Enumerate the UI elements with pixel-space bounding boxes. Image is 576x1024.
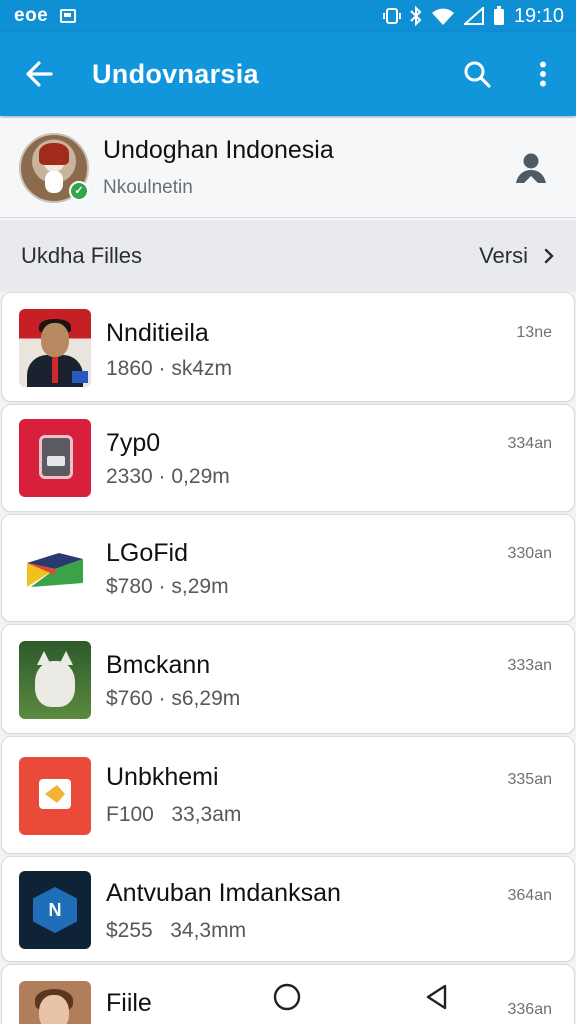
item-meta: F100 33,3am bbox=[106, 803, 242, 826]
wifi-icon bbox=[431, 8, 454, 25]
item-thumbnail bbox=[19, 419, 91, 497]
item-title: Bmckann bbox=[106, 651, 211, 679]
status-left: eoe bbox=[14, 5, 77, 27]
item-time: 335an bbox=[507, 771, 553, 788]
item-meta: 1860 · sk4zm bbox=[106, 357, 233, 380]
home-button[interactable] bbox=[270, 980, 304, 1014]
item-title: Unbkhemi bbox=[106, 763, 219, 791]
back-nav-button[interactable] bbox=[420, 980, 454, 1014]
item-meta: 2330 · 0,29m bbox=[106, 465, 230, 488]
person-icon bbox=[516, 153, 546, 183]
item-thumbnail: N bbox=[19, 871, 91, 949]
notification-icon bbox=[60, 9, 77, 23]
item-time: 364an bbox=[507, 887, 553, 904]
section-action[interactable]: Versi bbox=[479, 243, 554, 269]
profile-name: Undoghan Indonesia bbox=[103, 136, 334, 164]
section-header: Ukdha Filles Versi bbox=[0, 220, 576, 292]
back-triangle-icon bbox=[426, 984, 447, 1010]
status-bar: eoe 19:10 bbox=[0, 0, 576, 32]
section-action-label: Versi bbox=[479, 243, 528, 268]
item-time: 330an bbox=[507, 545, 553, 562]
item-time: 13ne bbox=[516, 324, 552, 341]
list-item[interactable]: 7yp0 2330 · 0,29m 334an bbox=[1, 404, 575, 512]
chevron-right-icon bbox=[544, 248, 554, 264]
profile-subtitle: Nkoulnetin bbox=[103, 177, 193, 198]
app-bar: Undovnarsia bbox=[0, 32, 576, 116]
item-meta: $760 · s6,29m bbox=[106, 687, 241, 710]
profile-action-button[interactable] bbox=[496, 118, 566, 218]
profile-header[interactable]: ✓ Undoghan Indonesia Nkoulnetin bbox=[0, 118, 576, 218]
page-title: Undovnarsia bbox=[92, 58, 259, 89]
search-icon bbox=[464, 61, 491, 88]
bluetooth-icon bbox=[410, 6, 422, 26]
item-meta: $780 · s,29m bbox=[106, 575, 229, 598]
home-circle-icon bbox=[273, 983, 301, 1011]
item-thumbnail bbox=[19, 309, 91, 387]
system-nav-bar bbox=[0, 966, 576, 1024]
more-vert-icon bbox=[540, 61, 546, 87]
item-thumbnail bbox=[19, 529, 91, 607]
section-title: Ukdha Filles bbox=[21, 243, 143, 268]
list-item[interactable]: Bmckann $760 · s6,29m 333an bbox=[1, 624, 575, 734]
profile-text: Undoghan Indonesia Nkoulnetin bbox=[103, 136, 496, 199]
verified-badge-icon: ✓ bbox=[69, 180, 89, 201]
item-title: Nnditieila bbox=[106, 319, 209, 347]
status-left-text: eoe bbox=[14, 5, 49, 26]
more-button[interactable] bbox=[510, 32, 576, 116]
avatar: ✓ bbox=[19, 132, 89, 203]
screen: eoe 19:10 Undovnarsia ✓ Undoghan Indones… bbox=[0, 0, 576, 1024]
item-time: 333an bbox=[507, 657, 553, 674]
back-button[interactable] bbox=[0, 32, 78, 116]
status-right: 19:10 bbox=[382, 4, 564, 28]
item-title: Antvuban Imdanksan bbox=[106, 879, 341, 907]
item-thumbnail bbox=[19, 641, 91, 719]
item-meta: $255 34,3mm bbox=[106, 919, 247, 942]
list-item[interactable]: Nnditieila 1860 · sk4zm 13ne bbox=[1, 292, 575, 402]
item-thumbnail bbox=[19, 757, 91, 835]
item-title: LGoFid bbox=[106, 539, 188, 567]
battery-icon bbox=[493, 6, 504, 25]
signal-icon bbox=[463, 7, 484, 25]
vibrate-icon bbox=[382, 8, 401, 24]
envelope-logo-icon bbox=[27, 553, 83, 587]
item-title: 7yp0 bbox=[106, 429, 161, 457]
status-time: 19:10 bbox=[513, 4, 564, 27]
search-button[interactable] bbox=[444, 32, 510, 116]
arrow-left-icon bbox=[26, 61, 53, 87]
list-item[interactable]: N Antvuban Imdanksan $255 34,3mm 364an bbox=[1, 856, 575, 962]
list-item[interactable]: Unbkhemi F100 33,3am 335an bbox=[1, 736, 575, 854]
item-time: 334an bbox=[507, 435, 553, 452]
list-item[interactable]: LGoFid $780 · s,29m 330an bbox=[1, 514, 575, 622]
